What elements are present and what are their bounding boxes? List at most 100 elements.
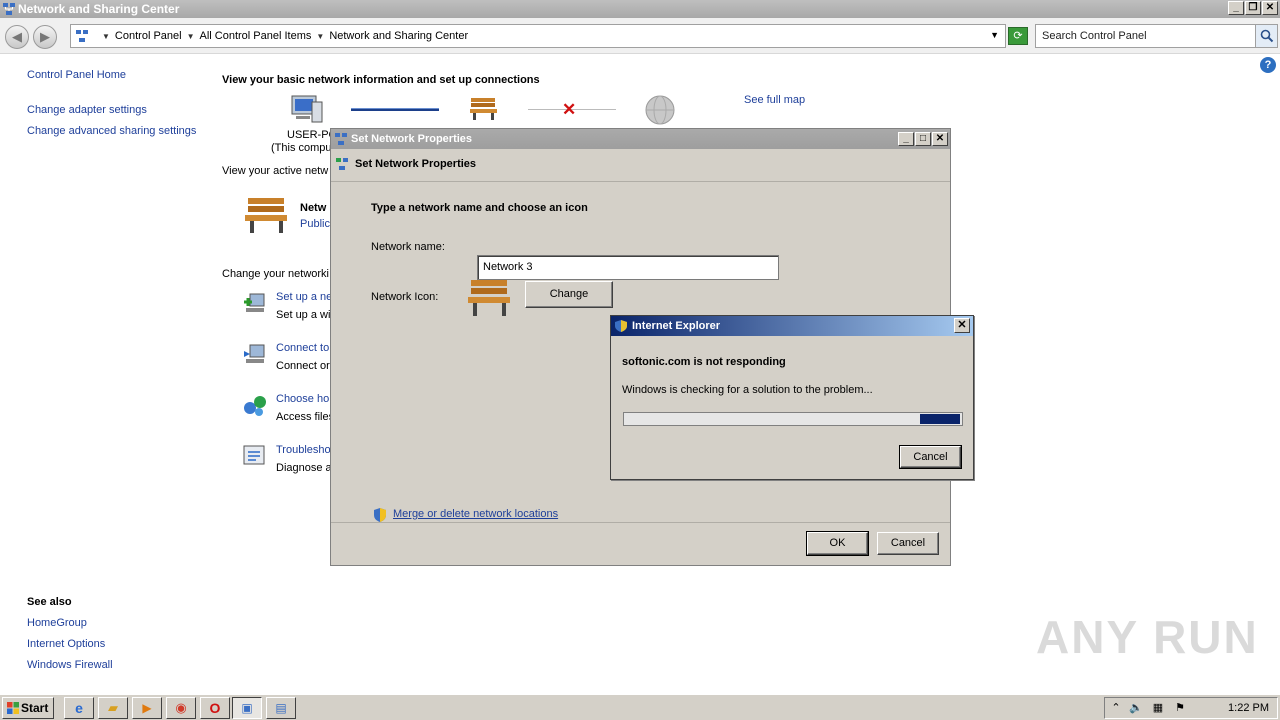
address-dropdown-icon[interactable]: ▼ — [990, 30, 999, 40]
refresh-button[interactable]: ⟳ — [1008, 27, 1028, 45]
control-panel-icon — [76, 30, 88, 42]
taskbar-explorer-button[interactable]: ▰ — [98, 697, 128, 719]
refresh-icon: ⟳ — [1013, 30, 1023, 42]
search-input[interactable]: Search Control Panel — [1035, 24, 1278, 48]
cancel-button[interactable]: Cancel — [877, 532, 939, 555]
search-button[interactable] — [1255, 25, 1277, 47]
homegroup-icon — [244, 396, 266, 416]
back-button[interactable]: ◀ — [5, 25, 29, 49]
anyrun-watermark: ANY RUN — [1036, 611, 1259, 663]
chevron-right-icon[interactable]: ▼ — [187, 32, 195, 41]
close-button[interactable]: ✕ — [1262, 1, 1278, 15]
taskbar-opera-button[interactable]: O — [200, 697, 230, 719]
task-setup-link[interactable]: Set up a ne — [276, 291, 332, 303]
taskbar-set-network-button[interactable]: ▤ — [266, 697, 296, 719]
dialog-close-button[interactable]: ✕ — [932, 132, 948, 146]
network-icon — [335, 133, 347, 145]
network-tray-icon[interactable]: ▦ — [1151, 701, 1165, 715]
task-setup-desc: Set up a wi — [276, 309, 331, 321]
network-icon — [336, 158, 348, 170]
taskbar-network-center-button[interactable]: ▣ — [232, 697, 262, 719]
chevron-right-icon[interactable]: ▼ — [102, 32, 110, 41]
see-also-homegroup[interactable]: HomeGroup — [27, 617, 87, 629]
sidebar-link-control-panel-home[interactable]: Control Panel Home — [27, 69, 126, 81]
system-tray: ⌃ 🔈 ▦ ⚑ 1:22 PM — [1104, 697, 1278, 719]
show-hidden-icons-icon[interactable]: ⌃ — [1109, 701, 1123, 715]
breadcrumb[interactable]: ▼ Control Panel ▼ All Control Panel Item… — [70, 24, 1006, 48]
computer-icon — [291, 95, 323, 123]
ie-not-responding-dialog: Internet Explorer ✕ softonic.com is not … — [610, 315, 974, 480]
network-center-icon — [3, 3, 15, 15]
help-icon[interactable]: ? — [1260, 57, 1276, 73]
taskbar-ie-button[interactable]: e — [64, 697, 94, 719]
see-full-map-link[interactable]: See full map — [744, 94, 805, 106]
ie-status: Windows is checking for a solution to th… — [622, 384, 873, 396]
restore-button[interactable]: ❐ — [1245, 1, 1261, 15]
change-settings-heading: Change your networki — [222, 268, 330, 280]
change-icon-button[interactable]: Change — [525, 281, 613, 308]
ie-close-button[interactable]: ✕ — [954, 318, 970, 333]
windows-logo-icon — [7, 702, 19, 714]
clock[interactable]: 1:22 PM — [1228, 702, 1269, 714]
ie-icon: e — [75, 700, 83, 716]
task-connect-desc: Connect or — [276, 360, 330, 372]
disconnected-x-icon: ✕ — [562, 100, 577, 119]
minimize-button[interactable]: _ — [1228, 1, 1244, 15]
dialog-title: Set Network Properties — [351, 133, 473, 145]
bench-icon — [468, 280, 510, 316]
connect-network-icon — [244, 344, 265, 363]
ie-cancel-button[interactable]: Cancel — [899, 445, 962, 469]
setup-connection-icon — [244, 293, 265, 312]
window-title: Network and Sharing Center — [18, 2, 180, 16]
network-name-field[interactable]: Network 3 — [477, 255, 779, 280]
address-toolbar: ◀ ▶ ▼ Control Panel ▼ All Control Panel … — [0, 18, 1280, 54]
search-icon — [1260, 29, 1273, 43]
internet-globe-icon — [645, 95, 675, 125]
volume-icon[interactable]: 🔈 — [1129, 701, 1143, 715]
ie-message: softonic.com is not responding — [622, 356, 786, 368]
page-title: View your basic network information and … — [222, 74, 540, 86]
task-connect-link[interactable]: Connect to — [276, 342, 329, 354]
window-titlebar: Network and Sharing Center _ ❐ ✕ — [0, 0, 1280, 18]
bench-icon — [470, 98, 497, 120]
dialog-maximize-button[interactable]: □ — [915, 132, 931, 146]
sidebar-link-sharing-settings[interactable]: Change advanced sharing settings — [27, 125, 196, 137]
merge-networks-link[interactable]: Merge or delete network locations — [393, 508, 558, 520]
forward-button[interactable]: ▶ — [33, 25, 57, 49]
task-homegroup-link[interactable]: Choose hor — [276, 393, 333, 405]
breadcrumb-all-items[interactable]: All Control Panel Items — [200, 30, 312, 42]
back-arrow-icon: ◀ — [12, 29, 22, 44]
ok-button[interactable]: OK — [806, 531, 869, 556]
task-troubleshoot-link[interactable]: Troublesho — [276, 444, 331, 456]
connection-line — [351, 108, 439, 111]
breadcrumb-network-center[interactable]: Network and Sharing Center — [329, 30, 468, 42]
network-name: Netw — [300, 202, 327, 214]
start-button[interactable]: Start — [2, 697, 54, 719]
breadcrumb-control-panel[interactable]: Control Panel — [115, 30, 182, 42]
network-icon-label: Network Icon: — [371, 291, 439, 303]
forward-arrow-icon: ▶ — [40, 29, 50, 44]
taskbar-media-player-button[interactable]: ▶ — [132, 697, 162, 719]
search-placeholder: Search Control Panel — [1042, 30, 1147, 42]
window-icon: ▤ — [275, 701, 287, 715]
action-center-flag-icon[interactable]: ⚑ — [1173, 701, 1187, 715]
shield-icon — [374, 508, 386, 522]
dialog-minimize-button[interactable]: _ — [898, 132, 914, 146]
task-homegroup-desc: Access files — [276, 411, 335, 423]
taskbar-chrome-button[interactable]: ◉ — [166, 697, 196, 719]
ie-progress-fill — [920, 414, 960, 424]
start-label: Start — [21, 701, 49, 715]
network-type-link[interactable]: Public — [300, 218, 330, 230]
dialog-instruction: Type a network name and choose an icon — [371, 202, 588, 214]
network-name-label: Network name: — [371, 241, 445, 253]
media-player-icon: ▶ — [142, 701, 152, 715]
opera-icon: O — [209, 700, 221, 716]
chrome-icon: ◉ — [175, 700, 187, 715]
chevron-right-icon[interactable]: ▼ — [316, 32, 324, 41]
sidebar-link-adapter-settings[interactable]: Change adapter settings — [27, 104, 147, 116]
active-networks-heading: View your active netw — [222, 165, 329, 177]
troubleshoot-icon — [243, 445, 265, 465]
see-also-windows-firewall[interactable]: Windows Firewall — [27, 659, 113, 671]
see-also-internet-options[interactable]: Internet Options — [27, 638, 105, 650]
dialog-titlebar: Set Network Properties _ □ ✕ — [331, 129, 950, 149]
